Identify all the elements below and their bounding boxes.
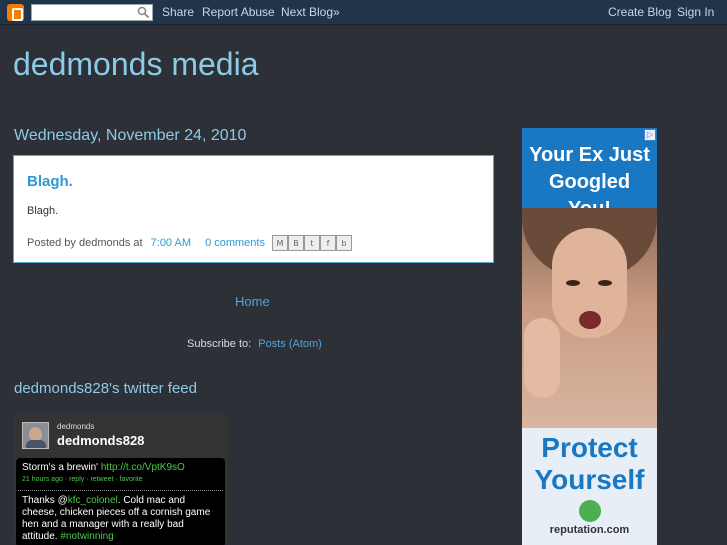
next-blog-link[interactable]: Next Blog» (281, 5, 340, 19)
post-title[interactable]: Blagh. (27, 173, 73, 190)
comments-link[interactable]: 0 comments (205, 237, 265, 249)
reputation-logo-icon (579, 500, 601, 522)
tweet-divider (18, 490, 223, 491)
sign-in-link[interactable]: Sign In (677, 5, 714, 19)
adchoices-icon[interactable]: ▷ (644, 129, 656, 141)
tweet-item: Thanks @kfc_colonel. Cold mac and cheese… (22, 495, 222, 543)
avatar[interactable] (22, 422, 49, 449)
blogger-navbar: Share Report Abuse Next Blog» Create Blo… (0, 0, 727, 25)
home-link[interactable]: Home (235, 294, 270, 309)
tweet-item: Storm's a brewin' http://t.co/VptK9sO 21… (22, 462, 222, 486)
facebook-icon[interactable]: f (320, 235, 336, 251)
posted-by-text: Posted by dedmonds at (27, 237, 143, 249)
tweet-meta[interactable]: 21 hours ago · reply · retweet · favorit… (22, 474, 222, 486)
tweet-hashtag-link[interactable]: #notwinning (60, 531, 113, 542)
ad-brand: reputation.com (549, 524, 630, 536)
buzz-icon[interactable]: b (336, 235, 352, 251)
share-buttons: M B t f b (272, 235, 352, 251)
ad-tagline: Protect Yourself (534, 432, 645, 495)
post-time-link[interactable]: 7:00 AM (151, 237, 191, 249)
sidebar-ad[interactable]: Your Ex Just Googled You! ▷ Protect Your… (522, 128, 657, 545)
tweet-text-prefix: Thanks @ (22, 495, 68, 506)
subscribe-line: Subscribe to: Posts (Atom) (187, 338, 322, 350)
create-blog-link[interactable]: Create Blog (608, 5, 671, 19)
subscribe-label: Subscribe to: (187, 338, 252, 350)
ad-header: Your Ex Just Googled You! ▷ (522, 128, 657, 220)
ad-footer: Protect Yourself reputation.com (522, 428, 657, 545)
twitter-username[interactable]: dedmonds828 (57, 433, 144, 448)
post-footer: Posted by dedmonds at 7:00 AM 0 comments (27, 237, 265, 249)
ad-photo (522, 208, 657, 428)
twitter-widget-title: dedmonds828's twitter feed (14, 380, 197, 397)
share-link[interactable]: Share (162, 5, 194, 19)
blogthis-icon[interactable]: B (288, 235, 304, 251)
tweet-list: Storm's a brewin' http://t.co/VptK9sO 21… (16, 458, 225, 545)
post-body: Blagh. (27, 205, 59, 217)
twitter-display-name: dedmonds (57, 422, 95, 431)
tweet-mention-link[interactable]: kfc_colonel (68, 495, 118, 506)
search-input[interactable] (31, 4, 153, 21)
report-abuse-link[interactable]: Report Abuse (202, 5, 275, 19)
tweet-text: Storm's a brewin' (22, 462, 99, 473)
twitter-icon[interactable]: t (304, 235, 320, 251)
subscribe-atom-link[interactable]: Posts (Atom) (258, 338, 322, 350)
post-date-header: Wednesday, November 24, 2010 (14, 127, 247, 144)
search-icon[interactable] (137, 6, 150, 19)
blogger-logo-icon[interactable] (7, 4, 24, 21)
blog-post: Blagh. Blagh. Posted by dedmonds at 7:00… (13, 155, 494, 263)
blog-title[interactable]: dedmonds media (13, 46, 258, 83)
twitter-widget: dedmonds dedmonds828 Storm's a brewin' h… (14, 413, 227, 545)
email-icon[interactable]: M (272, 235, 288, 251)
tweet-link[interactable]: http://t.co/VptK9sO (101, 462, 185, 473)
